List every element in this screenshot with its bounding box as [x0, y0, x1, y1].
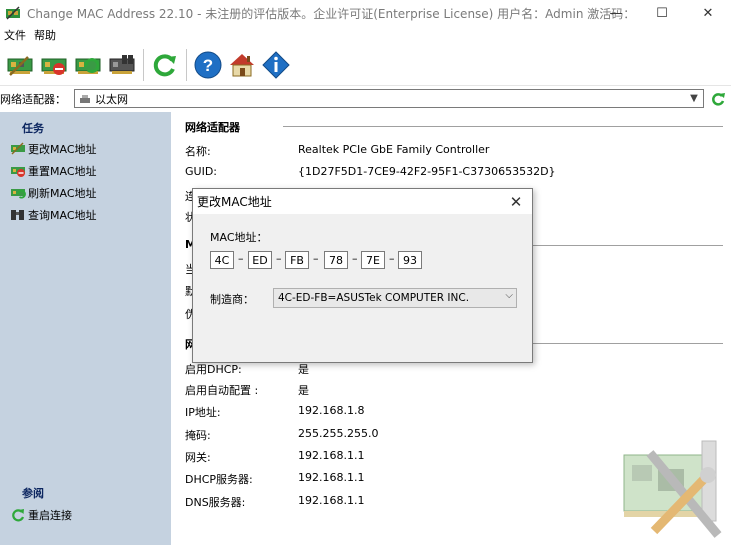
mac-octet-1-input[interactable]: 4C [210, 251, 234, 269]
section-divider [531, 343, 723, 344]
task-label: 重启连接 [28, 509, 72, 522]
row-value: 255.255.255.0 [298, 427, 379, 440]
mac-octet-5-input[interactable]: 7E [361, 251, 385, 269]
about-tool-button[interactable] [259, 47, 293, 83]
row-label: 启用自动配置 : [185, 384, 259, 397]
close-button[interactable]: ✕ [685, 0, 731, 26]
network-card-edit-icon [7, 55, 33, 76]
network-card-stop-icon [41, 58, 67, 75]
mac-octet-3-input[interactable]: FB [285, 251, 309, 269]
dialog-close-button[interactable]: ✕ [500, 189, 532, 214]
change-mac-tool-button[interactable] [3, 47, 37, 83]
chevron-down-icon[interactable]: ⌵ [505, 290, 513, 301]
ethernet-icon [80, 94, 90, 103]
toolbar: ? [0, 44, 731, 86]
task-label: 刷新MAC地址 [28, 187, 97, 200]
help-tool-button[interactable]: ? [191, 47, 225, 83]
adapter-label: 网络适配器： [0, 93, 66, 106]
vendor-select[interactable]: 4C-ED-FB=ASUSTek COMPUTER INC. ⌵ [273, 288, 517, 308]
window-title: Change MAC Address 22.10 - 未注册的评估版本。企业许可… [27, 6, 627, 21]
menu-bar: 文件 帮助 [0, 26, 731, 44]
reference-header: 参阅 [22, 487, 44, 500]
minimize-button[interactable]: — [593, 0, 639, 26]
dialog-title: 更改MAC地址 [197, 195, 272, 209]
reset-mac-tool-button[interactable] [37, 47, 71, 83]
svg-text:?: ? [203, 56, 213, 75]
query-mac-tool-button[interactable] [105, 47, 139, 83]
network-card-edit-icon [10, 142, 26, 156]
network-card-stop-icon [10, 164, 26, 178]
mac-octet-4-input[interactable]: 78 [324, 251, 348, 269]
row-label: 名称: [185, 145, 211, 158]
row-value: 192.168.1.1 [298, 471, 365, 484]
task-change-mac[interactable]: 更改MAC地址 [10, 141, 97, 157]
refresh-icon [10, 508, 26, 522]
refresh-mac-tool-button[interactable] [71, 47, 105, 83]
adapter-row: 网络适配器： 以太网 ▼ [0, 87, 731, 111]
left-panel: 任务 更改MAC地址 重置MAC地址 刷新MAC地址 查询MAC地址 参阅 重启… [0, 112, 171, 545]
vendor-select-value: 4C-ED-FB=ASUSTek COMPUTER INC. [278, 292, 470, 304]
row-label: 网关: [185, 451, 211, 464]
tasks-header: 任务 [22, 122, 44, 135]
row-value: {1D27F5D1-7CE9-42F2-95F1-C3730653532D} [298, 165, 556, 178]
row-label: GUID: [185, 165, 217, 178]
row-value: 192.168.1.1 [298, 494, 365, 507]
refresh-adapters-icon[interactable] [710, 91, 726, 107]
reconnect-tool-button[interactable] [148, 47, 182, 83]
app-icon [5, 5, 21, 21]
task-label: 重置MAC地址 [28, 165, 97, 178]
toolbar-separator [186, 48, 187, 81]
row-value: 192.168.1.8 [298, 404, 365, 417]
row-value: 192.168.1.1 [298, 449, 365, 462]
row-label: IP地址: [185, 406, 221, 419]
task-reconnect[interactable]: 重启连接 [10, 507, 72, 523]
section-divider [283, 126, 723, 127]
task-query-mac[interactable]: 查询MAC地址 [10, 207, 97, 223]
chevron-down-icon[interactable]: ▼ [687, 90, 701, 107]
menu-help[interactable]: 帮助 [30, 27, 60, 43]
adapter-select-value: 以太网 [95, 92, 128, 106]
network-card-tools-icon [618, 435, 726, 539]
home-icon [230, 53, 254, 76]
refresh-icon [153, 53, 176, 76]
help-icon: ? [194, 51, 222, 78]
binoculars-icon [10, 208, 26, 222]
mac-address-label: MAC地址： [210, 231, 268, 244]
network-card-refresh-icon [10, 186, 26, 200]
mac-octet-2-input[interactable]: ED [248, 251, 272, 269]
row-label: 掩码: [185, 429, 211, 442]
info-icon [262, 50, 290, 79]
toolbar-separator [143, 48, 144, 81]
dialog-title-bar: 更改MAC地址 ✕ [193, 189, 532, 214]
adapter-select[interactable]: 以太网 ▼ [74, 89, 704, 108]
task-reset-mac[interactable]: 重置MAC地址 [10, 163, 97, 179]
task-label: 查询MAC地址 [28, 209, 97, 222]
row-value: Realtek PCIe GbE Family Controller [298, 143, 490, 156]
mac-separator: – [276, 252, 282, 265]
mac-separator: – [238, 252, 244, 265]
task-label: 更改MAC地址 [28, 143, 97, 156]
network-card-refresh-icon [75, 57, 101, 74]
mac-separator: – [352, 252, 358, 265]
row-label: DHCP服务器: [185, 473, 253, 486]
row-label: DNS服务器: [185, 496, 246, 509]
row-label: 启用DHCP: [185, 363, 242, 376]
section-divider [531, 245, 723, 246]
task-refresh-mac[interactable]: 刷新MAC地址 [10, 185, 97, 201]
mac-separator: – [313, 252, 319, 265]
home-tool-button[interactable] [225, 47, 259, 83]
title-bar: Change MAC Address 22.10 - 未注册的评估版本。企业许可… [0, 0, 731, 26]
maximize-button[interactable]: ☐ [639, 0, 685, 26]
mac-octet-6-input[interactable]: 93 [398, 251, 422, 269]
section-title-adapter: 网络适配器 [185, 121, 240, 134]
row-value: 是 [298, 363, 309, 376]
change-mac-dialog: 更改MAC地址 ✕ MAC地址： 4C – ED – FB – 78 – 7E … [192, 188, 533, 363]
network-card-search-icon [109, 54, 135, 74]
row-value: 是 [298, 384, 309, 397]
vendor-label: 制造商： [210, 293, 254, 306]
menu-file[interactable]: 文件 [0, 27, 30, 43]
mac-separator: – [389, 252, 395, 265]
